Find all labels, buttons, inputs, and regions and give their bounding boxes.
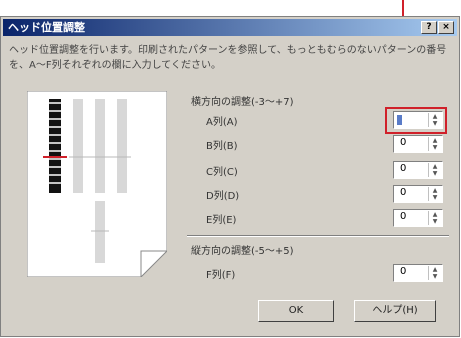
horizontal-adjust-label: 横方向の調整(-3～+7) xyxy=(191,97,294,108)
pattern-column-b xyxy=(73,99,83,193)
arrow-up-icon: ▲ xyxy=(432,187,438,194)
arrow-up-icon: ▲ xyxy=(432,211,438,218)
arrow-down-icon: ▼ xyxy=(432,144,438,151)
spin-arrows[interactable]: ▲ ▼ xyxy=(428,137,441,151)
arrow-up-icon: ▲ xyxy=(432,163,438,170)
pattern-column-c xyxy=(95,99,105,193)
arrow-down-icon: ▼ xyxy=(432,170,438,177)
help-button[interactable]: ヘルプ(H) xyxy=(354,300,436,322)
spinbox-b-value: 0 xyxy=(400,137,407,148)
help-question-button[interactable]: ? xyxy=(421,21,437,34)
arrow-down-icon: ▼ xyxy=(432,194,438,201)
spinbox-c-value: 0 xyxy=(400,163,407,174)
spin-arrows[interactable]: ▲ ▼ xyxy=(428,266,441,280)
spinbox-c[interactable]: 0 ▲ ▼ xyxy=(393,161,443,179)
instruction-text: ヘッド位置調整を行います。印刷されたパターンを参照して、もっともむらのないパター… xyxy=(9,45,447,71)
vertical-adjust-label: 縦方向の調整(-5～+5) xyxy=(191,246,294,257)
ok-button[interactable]: OK xyxy=(258,300,334,322)
row-label-e: E列(E) xyxy=(206,215,237,226)
row-label-f: F列(F) xyxy=(206,270,236,281)
row-label-c: C列(C) xyxy=(206,167,238,178)
alignment-pattern-preview xyxy=(27,91,167,277)
spinbox-e-value: 0 xyxy=(400,211,407,222)
close-button[interactable]: × xyxy=(438,21,454,34)
pattern-column-d xyxy=(117,99,127,193)
row-label-b: B列(B) xyxy=(206,141,238,152)
arrow-down-icon: ▼ xyxy=(432,273,438,280)
spinbox-d-value: 0 xyxy=(400,187,407,198)
spinbox-f[interactable]: 0 ▲ ▼ xyxy=(393,264,443,282)
dialog-title: ヘッド位置調整 xyxy=(8,21,85,34)
spin-arrows[interactable]: ▲ ▼ xyxy=(428,163,441,177)
spinbox-d[interactable]: 0 ▲ ▼ xyxy=(393,185,443,203)
title-bar: ヘッド位置調整 ? × xyxy=(3,19,457,36)
spin-arrows[interactable]: ▲ ▼ xyxy=(428,211,441,225)
arrow-up-icon: ▲ xyxy=(432,266,438,273)
spinbox-f-value: 0 xyxy=(400,266,407,277)
head-alignment-dialog: ヘッド位置調整 ? × ヘッド位置調整を行います。印刷されたパターンを参照して、… xyxy=(0,16,460,337)
spin-arrows[interactable]: ▲ ▼ xyxy=(428,187,441,201)
spinbox-b[interactable]: 0 ▲ ▼ xyxy=(393,135,443,153)
arrow-down-icon: ▼ xyxy=(432,218,438,225)
group-divider xyxy=(187,235,449,237)
row-label-a: A列(A) xyxy=(206,117,238,128)
callout-highlight-box xyxy=(385,107,447,134)
spinbox-e[interactable]: 0 ▲ ▼ xyxy=(393,209,443,227)
arrow-up-icon: ▲ xyxy=(432,137,438,144)
pattern-column-f xyxy=(95,201,105,263)
row-label-d: D列(D) xyxy=(206,191,240,202)
